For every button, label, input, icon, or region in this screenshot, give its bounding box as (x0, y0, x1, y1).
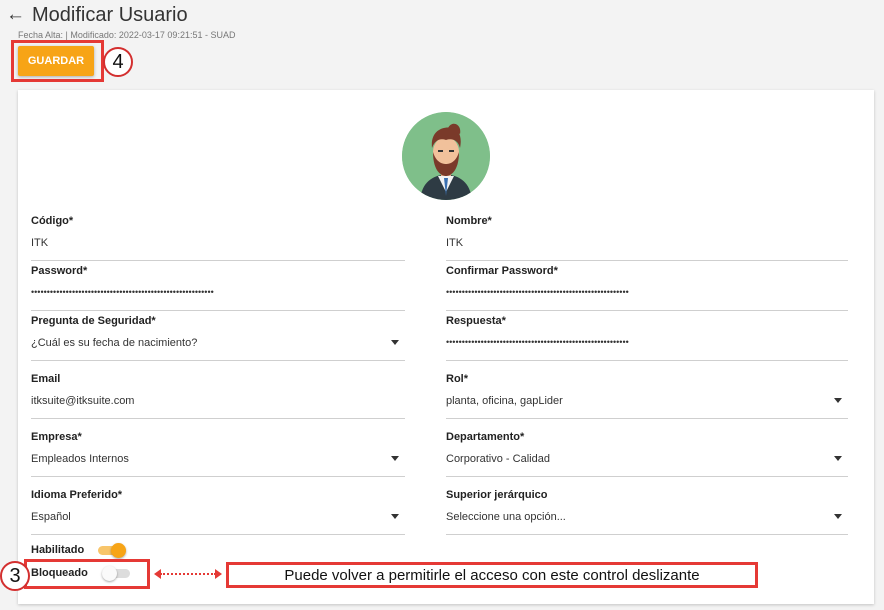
company-field[interactable]: Empresa* Empleados Internos (31, 431, 405, 477)
enabled-toggle[interactable] (98, 543, 127, 558)
dropdown-caret-icon[interactable] (391, 514, 399, 519)
step-badge-3: 3 (0, 561, 30, 591)
callout-note: Puede volver a permitirle el acceso con … (226, 562, 758, 588)
blocked-label: Bloqueado (31, 567, 88, 579)
arrow-left-head (154, 569, 161, 579)
answer-input[interactable]: ••••••••••••••••••••••••••••••••••••••••… (446, 337, 848, 361)
supervisor-select[interactable]: Seleccione una opción... (446, 511, 848, 535)
department-value: Corporativo - Calidad (446, 453, 550, 465)
language-label: Idioma Preferido* (31, 489, 123, 501)
company-select[interactable]: Empleados Internos (31, 453, 405, 477)
supervisor-field[interactable]: Superior jerárquico Seleccione una opció… (446, 489, 848, 535)
arrow-right-head (215, 569, 222, 579)
company-label: Empresa* (31, 431, 82, 443)
answer-field[interactable]: Respuesta* •••••••••••••••••••••••••••••… (446, 315, 848, 361)
role-select[interactable]: planta, oficina, gapLider (446, 395, 848, 419)
email-field[interactable]: Email itksuite@itksuite.com (31, 373, 405, 419)
nombre-label: Nombre* (446, 215, 492, 227)
page-title: Modificar Usuario (32, 3, 188, 26)
email-label: Email (31, 373, 61, 385)
supervisor-value: Seleccione una opción... (446, 511, 566, 523)
confirm-password-input[interactable]: ••••••••••••••••••••••••••••••••••••••••… (446, 287, 848, 311)
avatar[interactable] (402, 112, 490, 200)
company-value: Empleados Internos (31, 453, 129, 465)
role-field[interactable]: Rol* planta, oficina, gapLider (446, 373, 848, 419)
codigo-label: Código* (31, 215, 74, 227)
codigo-field[interactable]: Código* ITK (31, 215, 405, 261)
codigo-input[interactable]: ITK (31, 237, 405, 261)
blocked-toggle-row: Bloqueado (31, 566, 130, 581)
bearded-man-avatar-icon (402, 112, 490, 200)
password-field[interactable]: Password* ••••••••••••••••••••••••••••••… (31, 265, 405, 311)
page-header: ← Modificar Usuario (6, 2, 188, 28)
record-metadata: Fecha Alta: | Modificado: 2022-03-17 09:… (18, 30, 236, 40)
password-input[interactable]: ••••••••••••••••••••••••••••••••••••••••… (31, 287, 405, 311)
security-question-select[interactable]: ¿Cuál es su fecha de nacimiento? (31, 337, 405, 361)
enabled-toggle-row: Habilitado (31, 543, 127, 558)
supervisor-label: Superior jerárquico (446, 489, 548, 501)
double-arrow-icon (154, 569, 222, 579)
blocked-toggle[interactable] (101, 566, 130, 581)
dropdown-caret-icon[interactable] (391, 456, 399, 461)
security-question-field[interactable]: Pregunta de Seguridad* ¿Cuál es su fecha… (31, 315, 405, 361)
back-arrow-icon[interactable]: ← (6, 4, 26, 26)
dropdown-caret-icon[interactable] (391, 340, 399, 345)
role-value: planta, oficina, gapLider (446, 395, 563, 407)
answer-label: Respuesta* (446, 315, 506, 327)
security-question-value: ¿Cuál es su fecha de nacimiento? (31, 337, 198, 349)
department-label: Departamento* (446, 431, 525, 443)
password-label: Password* (31, 265, 88, 277)
confirm-password-label: Confirmar Password* (446, 265, 558, 277)
nombre-field[interactable]: Nombre* ITK (446, 215, 848, 261)
dropdown-caret-icon[interactable] (834, 398, 842, 403)
email-input[interactable]: itksuite@itksuite.com (31, 395, 405, 419)
save-button[interactable]: GUARDAR (18, 46, 94, 76)
department-field[interactable]: Departamento* Corporativo - Calidad (446, 431, 848, 477)
blocked-toggle-knob (101, 566, 117, 581)
confirm-password-field[interactable]: Confirmar Password* ••••••••••••••••••••… (446, 265, 848, 311)
nombre-input[interactable]: ITK (446, 237, 848, 261)
dropdown-caret-icon[interactable] (834, 514, 842, 519)
dropdown-caret-icon[interactable] (834, 456, 842, 461)
enabled-toggle-knob (111, 543, 127, 558)
role-label: Rol* (446, 373, 468, 385)
language-select[interactable]: Español (31, 511, 405, 535)
step-badge-4: 4 (103, 47, 133, 77)
enabled-label: Habilitado (31, 544, 85, 556)
security-question-label: Pregunta de Seguridad* (31, 315, 156, 327)
department-select[interactable]: Corporativo - Calidad (446, 453, 848, 477)
language-value: Español (31, 511, 71, 523)
language-field[interactable]: Idioma Preferido* Español (31, 489, 405, 535)
